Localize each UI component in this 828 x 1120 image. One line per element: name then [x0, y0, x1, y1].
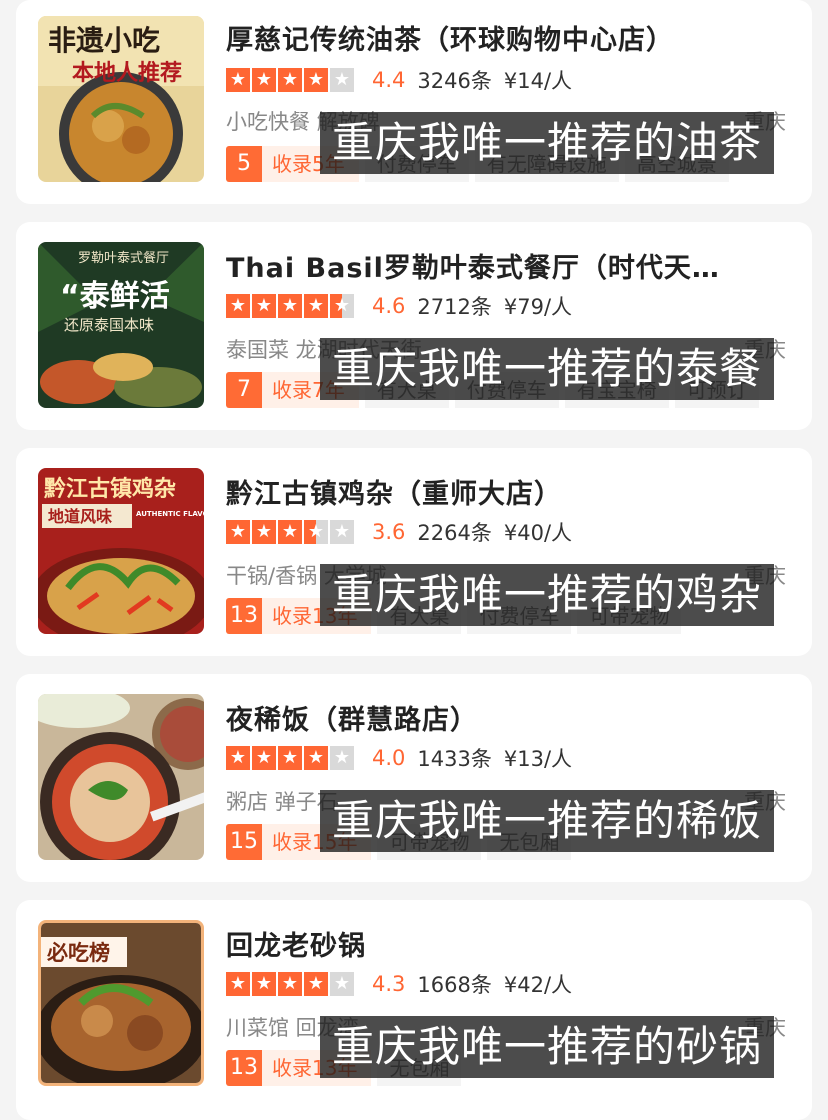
star-icon: ★: [226, 746, 250, 770]
star-icon: ★: [278, 520, 302, 544]
rating-score: 4.0: [372, 746, 406, 770]
star-rating: ★ ★ ★ ★ ★: [226, 972, 356, 996]
thumb-subtitle: 本地人推荐: [72, 60, 182, 86]
rating-row: ★ ★ ★ ★ ★ 4.3 1668条 ¥42/人: [226, 970, 572, 998]
restaurant-card[interactable]: 夜稀饭（群慧路店） ★ ★ ★ ★ ★ 4.0 1433条 ¥13/人 粥店 弹…: [16, 674, 812, 882]
star-icon: ★: [252, 746, 276, 770]
star-icon: ★: [226, 520, 250, 544]
star-icon: ★: [304, 746, 328, 770]
review-count: 1668条: [417, 973, 492, 997]
star-icon: ★: [278, 746, 302, 770]
restaurant-card[interactable]: 必吃榜 回龙老砂锅 ★ ★ ★ ★ ★ 4.3 1668条 ¥42/人 川菜馆 …: [16, 900, 812, 1120]
thumb-badge: 地道风味: [48, 507, 112, 526]
star-icon: ★: [330, 294, 354, 318]
star-icon: ★: [278, 972, 302, 996]
rating-score: 3.6: [372, 520, 406, 544]
star-icon: ★: [278, 68, 302, 92]
thumb-title: 非遗小吃: [48, 24, 160, 57]
restaurant-photo[interactable]: 罗勒叶泰式餐厅 “泰鲜活 还原泰国本味: [38, 242, 204, 408]
restaurant-card[interactable]: 罗勒叶泰式餐厅 “泰鲜活 还原泰国本味 Thai Basil罗勒叶泰式餐厅（时代…: [16, 222, 812, 430]
restaurant-name[interactable]: 夜稀饭（群慧路店）: [226, 698, 478, 737]
rating-row: ★ ★ ★ ★ ★ 3.6 2264条 ¥40/人: [226, 518, 572, 546]
rank-badge: 13: [226, 598, 262, 634]
star-rating: ★ ★ ★ ★ ★: [226, 68, 356, 92]
thumb-badge: 必吃榜: [47, 941, 110, 965]
caption-overlay: 重庆我唯一推荐的砂锅: [320, 1016, 775, 1078]
rank-badge: 5: [226, 146, 262, 182]
star-icon: ★: [330, 68, 354, 92]
star-icon: ★: [304, 520, 328, 544]
star-icon: ★: [278, 294, 302, 318]
rating-row: ★ ★ ★ ★ ★ 4.6 2712条 ¥79/人: [226, 292, 572, 320]
caption-overlay: 重庆我唯一推荐的泰餐: [320, 338, 775, 400]
star-icon: ★: [330, 746, 354, 770]
caption-overlay: 重庆我唯一推荐的稀饭: [320, 790, 775, 852]
review-count: 2264条: [417, 521, 492, 545]
star-rating: ★ ★ ★ ★ ★: [226, 746, 356, 770]
rating-score: 4.3: [372, 972, 406, 996]
rank-badge: 13: [226, 1050, 262, 1086]
star-icon: ★: [252, 68, 276, 92]
price-per-person: ¥14/人: [503, 69, 573, 93]
restaurant-photo[interactable]: [38, 694, 204, 860]
thumb-subtitle: “泰鲜活: [60, 279, 170, 314]
caption-overlay: 重庆我唯一推荐的油茶: [320, 112, 775, 174]
restaurant-name[interactable]: 厚慈记传统油茶（环球购物中心店）: [226, 18, 674, 57]
star-icon: ★: [330, 520, 354, 544]
price-per-person: ¥42/人: [503, 973, 573, 997]
star-icon: ★: [252, 972, 276, 996]
restaurant-name[interactable]: Thai Basil罗勒叶泰式餐厅（时代天…: [226, 246, 720, 285]
rating-row: ★ ★ ★ ★ ★ 4.4 3246条 ¥14/人: [226, 66, 572, 94]
star-icon: ★: [226, 68, 250, 92]
review-count: 3246条: [417, 69, 492, 93]
restaurant-name[interactable]: 黔江古镇鸡杂（重师大店）: [226, 472, 562, 511]
rank-badge: 15: [226, 824, 262, 860]
restaurant-name[interactable]: 回龙老砂锅: [226, 924, 366, 963]
thumb-tagline: 还原泰国本味: [64, 316, 154, 334]
restaurant-card[interactable]: 非遗小吃 本地人推荐 厚慈记传统油茶（环球购物中心店） ★ ★ ★ ★ ★ 4.…: [16, 0, 812, 204]
star-icon: ★: [330, 972, 354, 996]
thumb-english: AUTHENTIC FLAVOR: [136, 510, 204, 518]
star-rating: ★ ★ ★ ★ ★: [226, 520, 356, 544]
star-rating: ★ ★ ★ ★ ★: [226, 294, 356, 318]
caption-overlay: 重庆我唯一推荐的鸡杂: [320, 564, 775, 626]
restaurant-photo[interactable]: 黔江古镇鸡杂 地道风味 AUTHENTIC FLAVOR: [38, 468, 204, 634]
restaurant-card[interactable]: 黔江古镇鸡杂 地道风味 AUTHENTIC FLAVOR 黔江古镇鸡杂（重师大店…: [16, 448, 812, 656]
star-icon: ★: [304, 972, 328, 996]
review-count: 2712条: [417, 295, 492, 319]
star-icon: ★: [226, 294, 250, 318]
thumb-title: 罗勒叶泰式餐厅: [78, 250, 169, 266]
star-icon: ★: [304, 294, 328, 318]
restaurant-photo[interactable]: 非遗小吃 本地人推荐: [38, 16, 204, 182]
rating-row: ★ ★ ★ ★ ★ 4.0 1433条 ¥13/人: [226, 744, 572, 772]
star-icon: ★: [252, 520, 276, 544]
review-count: 1433条: [417, 747, 492, 771]
price-per-person: ¥79/人: [503, 295, 573, 319]
price-per-person: ¥13/人: [503, 747, 573, 771]
price-per-person: ¥40/人: [503, 521, 573, 545]
rank-badge: 7: [226, 372, 262, 408]
restaurant-photo[interactable]: 必吃榜: [38, 920, 204, 1086]
rating-score: 4.6: [372, 294, 406, 318]
rating-score: 4.4: [372, 68, 406, 92]
thumb-title: 黔江古镇鸡杂: [44, 476, 176, 502]
star-icon: ★: [226, 972, 250, 996]
star-icon: ★: [252, 294, 276, 318]
star-icon: ★: [304, 68, 328, 92]
